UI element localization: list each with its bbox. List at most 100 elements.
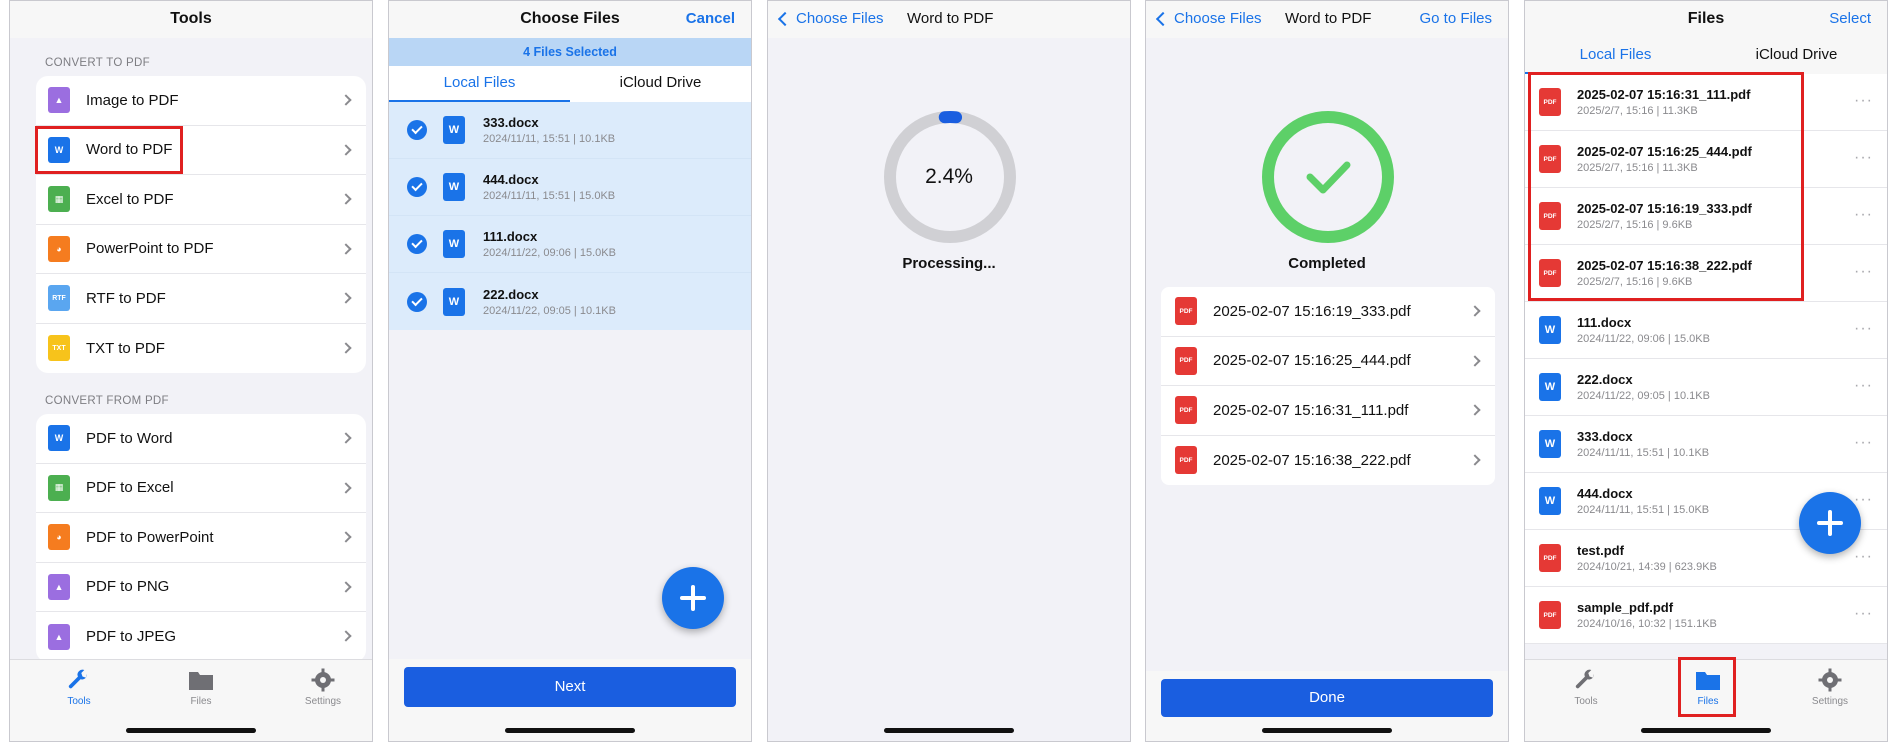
back-button[interactable]: Choose Files (1155, 10, 1262, 27)
file-info: 222.docx 2024/11/22, 09:05 | 10.1KB (483, 287, 616, 317)
bottom-bar: Next (389, 659, 751, 741)
tool-pdf-to-word[interactable]: W PDF to Word (36, 414, 366, 464)
file-info: 444.docx 2024/11/11, 15:51 | 15.0KB (483, 172, 615, 202)
tool-pdf-to-excel[interactable]: ▦ PDF to Excel (36, 464, 366, 513)
chevron-right-icon (1469, 305, 1481, 317)
plus-icon (1817, 510, 1843, 536)
file-name: 333.docx (483, 115, 539, 130)
chevron-right-icon (1469, 354, 1481, 367)
more-options-icon[interactable]: ··· (1854, 434, 1873, 452)
choose-files-screen: Choose Files Cancel 4 Files Selected Loc… (388, 0, 752, 742)
chevron-right-icon (340, 531, 352, 543)
more-options-icon[interactable]: ··· (1854, 491, 1873, 509)
tab-settings[interactable]: Settings (1790, 668, 1870, 707)
source-tabs: Local Files iCloud Drive (389, 66, 751, 102)
tool-pdf-to-powerpoint[interactable]: ◕ PDF to PowerPoint (36, 513, 366, 563)
tool-label: PDF to PowerPoint (86, 528, 214, 546)
more-options-icon[interactable]: ··· (1854, 320, 1873, 338)
tab-settings[interactable]: Settings (283, 668, 363, 707)
word-icon: W (48, 425, 70, 452)
checkmark-icon[interactable] (407, 177, 427, 197)
cancel-button[interactable]: Cancel (686, 10, 735, 27)
file-name: 444.docx (483, 172, 539, 187)
file-row[interactable]: W 333.docx 2024/11/11, 15:51 | 10.1KB (389, 102, 751, 159)
tools-screen: Tools CONVERT TO PDF ▲ Image to PDF W Wo… (9, 0, 373, 742)
source-tabs: Local Files iCloud Drive (1525, 38, 1887, 74)
wrench-icon (1572, 668, 1600, 692)
more-options-icon[interactable]: ··· (1854, 605, 1873, 623)
tab-bar: Tools Files Settings (10, 659, 372, 741)
chevron-right-icon (340, 143, 352, 156)
go-to-files-button[interactable]: Go to Files (1419, 10, 1492, 27)
tab-local-files[interactable]: Local Files (1525, 38, 1706, 74)
tab-files[interactable]: Files (161, 668, 241, 707)
selection-count-banner: 4 Files Selected (389, 38, 751, 66)
powerpoint-icon: ◕ (48, 524, 70, 551)
progress-percent: 2.4% (925, 165, 973, 188)
tool-pdf-to-jpeg[interactable]: ▲ PDF to JPEG (36, 612, 366, 662)
file-row[interactable]: W 333.docx 2024/11/11, 15:51 | 10.1KB ··· (1525, 416, 1887, 473)
file-meta: 2024/10/16, 10:32 | 151.1KB (1577, 618, 1717, 630)
file-row[interactable]: W 222.docx 2024/11/22, 09:05 | 10.1KB (389, 273, 751, 330)
done-button[interactable]: Done (1161, 679, 1493, 717)
tool-excel-to-pdf[interactable]: ▦ Excel to PDF (36, 175, 366, 225)
file-name: 333.docx (1577, 429, 1633, 444)
nav-bar: Files Select (1525, 1, 1887, 38)
back-label: Choose Files (796, 10, 884, 27)
home-indicator (1641, 728, 1771, 733)
file-info: 444.docx 2024/11/11, 15:51 | 15.0KB (1577, 486, 1709, 516)
page-title: Tools (170, 10, 212, 27)
tab-label: Tools (1574, 696, 1598, 707)
result-row[interactable]: PDF 2025-02-07 15:16:38_222.pdf (1161, 436, 1495, 486)
word-icon: W (1539, 487, 1561, 515)
word-icon: W (443, 287, 465, 316)
more-options-icon[interactable]: ··· (1854, 548, 1873, 566)
tool-pdf-to-png[interactable]: ▲ PDF to PNG (36, 563, 366, 612)
tool-label: PDF to PNG (86, 578, 170, 596)
more-options-icon[interactable]: ··· (1854, 206, 1873, 224)
add-file-button[interactable] (662, 567, 724, 629)
file-name: 444.docx (1577, 486, 1633, 501)
word-icon: W (1539, 430, 1561, 458)
more-options-icon[interactable]: ··· (1854, 377, 1873, 395)
add-file-button[interactable] (1799, 492, 1861, 554)
tool-rtf-to-pdf[interactable]: RTF RTF to PDF (36, 274, 366, 324)
result-row[interactable]: PDF 2025-02-07 15:16:31_111.pdf (1161, 386, 1495, 436)
more-options-icon[interactable]: ··· (1854, 149, 1873, 167)
convert-to-pdf-list: ▲ Image to PDF W Word to PDF ▦ Excel to … (36, 76, 366, 373)
file-name: sample_pdf.pdf (1577, 600, 1674, 615)
tool-image-to-pdf[interactable]: ▲ Image to PDF (36, 76, 366, 126)
back-label: Choose Files (1174, 10, 1262, 27)
checkmark-icon[interactable] (407, 234, 427, 254)
file-row[interactable]: W 444.docx 2024/11/11, 15:51 | 15.0KB (389, 159, 751, 216)
home-indicator (505, 728, 635, 733)
excel-icon: ▦ (48, 474, 70, 501)
completed-screen: Choose Files Word to PDF Go to Files Com… (1145, 0, 1509, 742)
tool-powerpoint-to-pdf[interactable]: ◕ PowerPoint to PDF (36, 225, 366, 274)
file-meta: 2024/11/22, 09:06 | 15.0KB (483, 247, 616, 259)
checkmark-icon[interactable] (407, 291, 427, 312)
select-button[interactable]: Select (1829, 10, 1871, 27)
more-options-icon[interactable]: ··· (1854, 92, 1873, 110)
file-row[interactable]: W 222.docx 2024/11/22, 09:05 | 10.1KB ··· (1525, 359, 1887, 416)
tab-local-files[interactable]: Local Files (389, 66, 570, 102)
tab-icloud-drive[interactable]: iCloud Drive (570, 66, 751, 102)
checkmark-icon[interactable] (407, 120, 427, 140)
chevron-right-icon (340, 292, 352, 304)
chevron-right-icon (340, 580, 352, 593)
result-row[interactable]: PDF 2025-02-07 15:16:25_444.pdf (1161, 337, 1495, 386)
result-row[interactable]: PDF 2025-02-07 15:16:19_333.pdf (1161, 287, 1495, 337)
file-row[interactable]: PDF sample_pdf.pdf 2024/10/16, 10:32 | 151… (1525, 587, 1887, 644)
section-label: CONVERT TO PDF (45, 57, 150, 69)
more-options-icon[interactable]: ··· (1854, 263, 1873, 281)
tab-tools[interactable]: Tools (39, 668, 119, 707)
next-button[interactable]: Next (404, 667, 736, 707)
tool-txt-to-pdf[interactable]: TXT TXT to PDF (36, 324, 366, 374)
file-row[interactable]: W 111.docx 2024/11/22, 09:06 | 15.0KB ··· (1525, 302, 1887, 359)
file-row[interactable]: W 111.docx 2024/11/22, 09:06 | 15.0KB (389, 216, 751, 273)
word-icon: W (1539, 316, 1561, 344)
back-button[interactable]: Choose Files (777, 10, 884, 27)
tab-icloud-drive[interactable]: iCloud Drive (1706, 38, 1887, 74)
tab-tools[interactable]: Tools (1546, 668, 1626, 707)
file-info: 222.docx 2024/11/22, 09:05 | 10.1KB (1577, 372, 1710, 402)
